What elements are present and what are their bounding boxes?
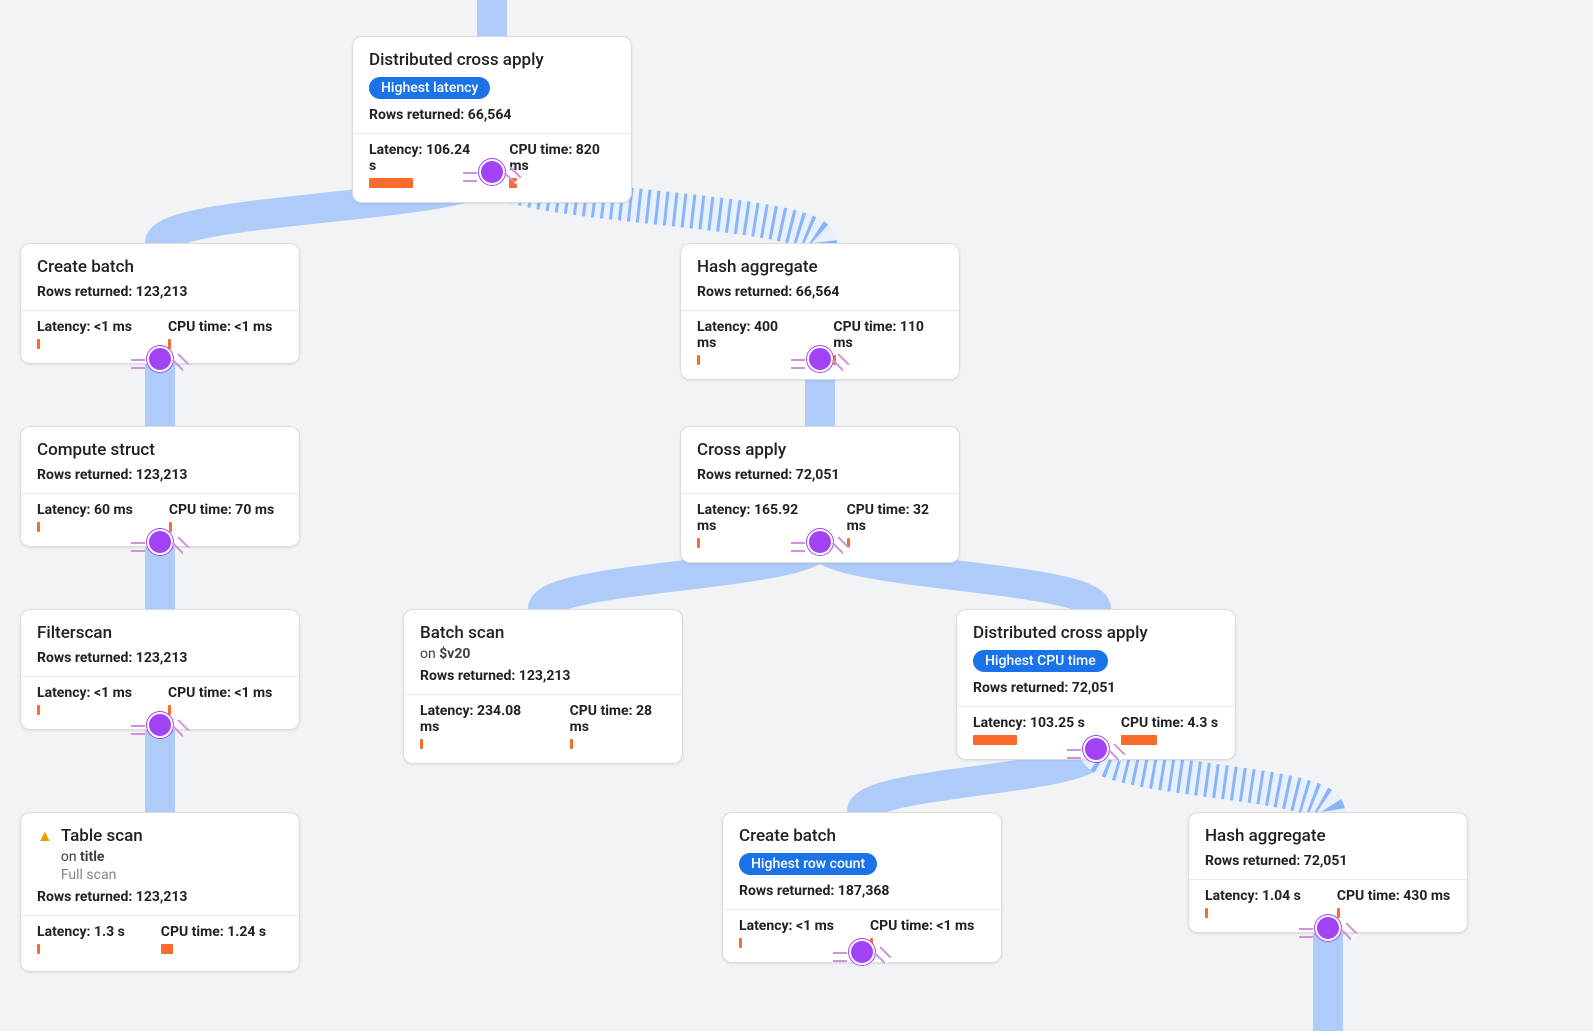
node-title: Batch scan bbox=[420, 622, 666, 644]
rows-returned: Rows returned: 72,051 bbox=[1205, 853, 1451, 869]
rows-returned: Rows returned: 123,213 bbox=[420, 668, 666, 684]
rows-returned: Rows returned: 123,213 bbox=[37, 284, 283, 300]
latency-metric: Latency: 106.24 s bbox=[369, 142, 473, 188]
latency-metric: Latency: <1 ms bbox=[37, 685, 132, 715]
cpu-metric: CPU time: 32 ms bbox=[847, 502, 943, 548]
latency-metric: Latency: 234.08 ms bbox=[420, 703, 534, 749]
separator bbox=[353, 133, 631, 134]
cpu-bar bbox=[168, 705, 171, 715]
latency-bar bbox=[697, 538, 700, 548]
rows-returned: Rows returned: 72,051 bbox=[973, 680, 1219, 696]
separator bbox=[723, 909, 1001, 910]
metrics-row: Latency: 1.3 s CPU time: 1.24 s bbox=[37, 924, 283, 954]
node-note: Full scan bbox=[61, 867, 283, 883]
separator bbox=[681, 493, 959, 494]
rows-returned: Rows returned: 66,564 bbox=[369, 107, 615, 123]
node-title: Table scan bbox=[61, 825, 283, 847]
cpu-metric: CPU time: 1.24 s bbox=[161, 924, 266, 954]
expand-toggle[interactable] bbox=[807, 529, 833, 555]
cpu-metric: CPU time: 430 ms bbox=[1337, 888, 1450, 918]
rows-returned: Rows returned: 123,213 bbox=[37, 467, 283, 483]
latency-bar bbox=[37, 705, 40, 715]
cpu-metric: CPU time: 70 ms bbox=[169, 502, 274, 532]
plan-node-n9[interactable]: ▲ Table scan on title Full scan Rows returne… bbox=[20, 812, 300, 972]
node-title: Hash aggregate bbox=[697, 256, 943, 278]
cpu-metric: CPU time: <1 ms bbox=[870, 918, 974, 948]
latency-bar bbox=[1205, 908, 1208, 918]
node-title: Compute struct bbox=[37, 439, 283, 461]
separator bbox=[1189, 879, 1467, 880]
node-title: Distributed cross apply bbox=[369, 49, 615, 71]
latency-metric: Latency: 1.04 s bbox=[1205, 888, 1301, 918]
latency-bar bbox=[37, 944, 40, 954]
expand-toggle[interactable] bbox=[807, 346, 833, 372]
expand-toggle[interactable] bbox=[1083, 736, 1109, 762]
separator bbox=[957, 706, 1235, 707]
cpu-metric: CPU time: 820 ms bbox=[509, 142, 615, 188]
metrics-row: Latency: 1.04 s CPU time: 430 ms bbox=[1205, 888, 1451, 918]
separator bbox=[21, 493, 299, 494]
expand-toggle[interactable] bbox=[479, 159, 505, 185]
latency-metric: Latency: 103.25 s bbox=[973, 715, 1085, 745]
latency-bar bbox=[369, 178, 413, 188]
latency-metric: Latency: 1.3 s bbox=[37, 924, 125, 954]
cpu-bar bbox=[1337, 908, 1340, 918]
node-title: Filterscan bbox=[37, 622, 283, 644]
warning-icon: ▲ bbox=[37, 825, 53, 847]
cpu-bar bbox=[161, 944, 173, 954]
cpu-bar bbox=[169, 522, 172, 532]
latency-metric: Latency: 400 ms bbox=[697, 319, 797, 365]
latency-bar bbox=[420, 739, 423, 749]
cpu-metric: CPU time: <1 ms bbox=[168, 319, 272, 349]
latency-bar bbox=[697, 355, 700, 365]
expand-toggle[interactable] bbox=[147, 346, 173, 372]
latency-bar bbox=[739, 938, 742, 948]
latency-metric: Latency: 60 ms bbox=[37, 502, 133, 532]
metrics-row: Latency: <1 ms CPU time: <1 ms bbox=[37, 319, 283, 349]
node-badge: Highest CPU time bbox=[973, 650, 1108, 672]
expand-toggle[interactable] bbox=[849, 939, 875, 965]
expand-toggle[interactable] bbox=[147, 712, 173, 738]
latency-bar bbox=[973, 735, 1017, 745]
cpu-bar bbox=[570, 739, 573, 749]
cpu-bar bbox=[168, 339, 171, 349]
metrics-row: Latency: <1 ms CPU time: <1 ms bbox=[37, 685, 283, 715]
cpu-metric: CPU time: 28 ms bbox=[570, 703, 666, 749]
rows-returned: Rows returned: 66,564 bbox=[697, 284, 943, 300]
latency-metric: Latency: <1 ms bbox=[37, 319, 132, 349]
cpu-metric: CPU time: 4.3 s bbox=[1121, 715, 1218, 745]
latency-metric: Latency: <1 ms bbox=[739, 918, 834, 948]
node-title: Cross apply bbox=[697, 439, 943, 461]
node-badge: Highest row count bbox=[739, 853, 877, 875]
rows-returned: Rows returned: 123,213 bbox=[37, 650, 283, 666]
latency-bar bbox=[37, 522, 40, 532]
separator bbox=[404, 694, 682, 695]
separator bbox=[21, 310, 299, 311]
node-title: Hash aggregate bbox=[1205, 825, 1451, 847]
node-title: Distributed cross apply bbox=[973, 622, 1219, 644]
node-badge: Highest latency bbox=[369, 77, 490, 99]
query-plan-canvas[interactable]: Distributed cross apply Highest latency Ro… bbox=[0, 0, 1593, 1031]
cpu-metric: CPU time: <1 ms bbox=[168, 685, 272, 715]
cpu-metric: CPU time: 110 ms bbox=[833, 319, 943, 365]
separator bbox=[681, 310, 959, 311]
plan-node-n7[interactable]: Batch scan on $v20 Rows returned: 123,213 L… bbox=[403, 609, 683, 764]
rows-returned: Rows returned: 187,368 bbox=[739, 883, 985, 899]
node-subtitle: on $v20 bbox=[420, 646, 666, 662]
metrics-row: Latency: 60 ms CPU time: 70 ms bbox=[37, 502, 283, 532]
node-title: Create batch bbox=[739, 825, 985, 847]
cpu-bar bbox=[1121, 735, 1157, 745]
expand-toggle[interactable] bbox=[1315, 915, 1341, 941]
latency-bar bbox=[37, 339, 40, 349]
metrics-row: Latency: 234.08 ms CPU time: 28 ms bbox=[420, 703, 666, 749]
expand-toggle[interactable] bbox=[147, 529, 173, 555]
separator bbox=[21, 676, 299, 677]
separator bbox=[21, 915, 299, 916]
rows-returned: Rows returned: 123,213 bbox=[37, 889, 283, 905]
node-title: Create batch bbox=[37, 256, 283, 278]
node-subtitle: on title bbox=[61, 849, 283, 865]
rows-returned: Rows returned: 72,051 bbox=[697, 467, 943, 483]
